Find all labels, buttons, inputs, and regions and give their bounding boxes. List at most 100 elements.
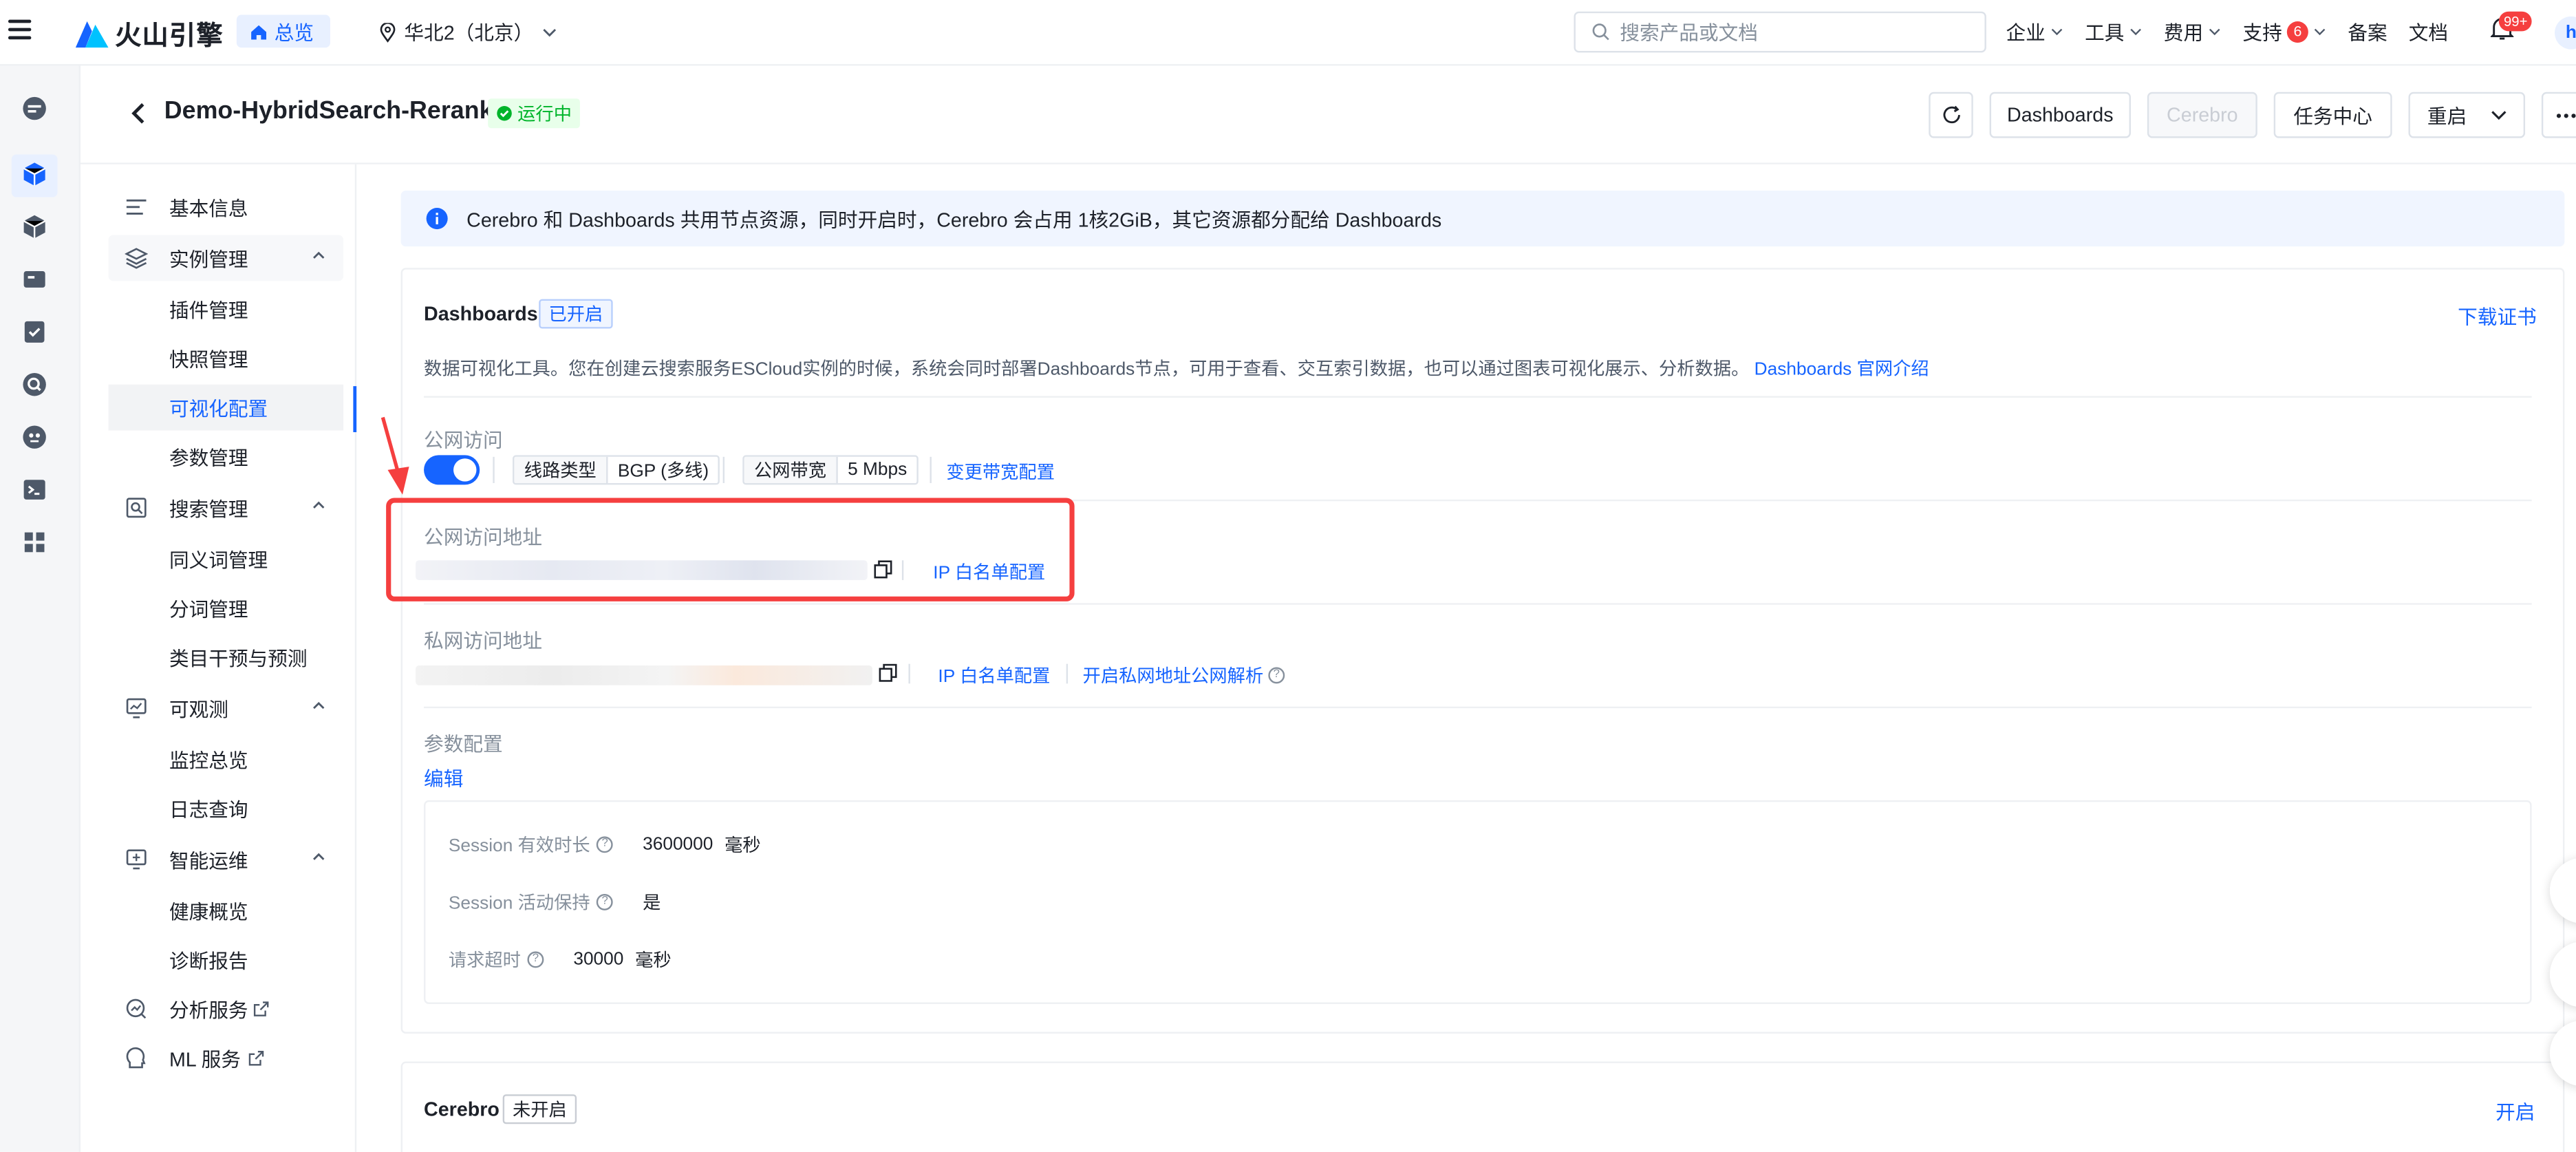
terminal-icon[interactable] (21, 476, 47, 502)
search-input[interactable] (1620, 20, 1949, 44)
param-value: 是 (643, 893, 661, 914)
nav-support[interactable]: 支持 6 (2242, 18, 2326, 46)
menu-snapshot-mgmt[interactable]: 快照管理 (109, 335, 343, 381)
download-cert-link[interactable]: 下载证书 (2458, 302, 2537, 330)
nav-billing[interactable]: 费用 (2164, 18, 2222, 46)
menu-param-mgmt[interactable]: 参数管理 (109, 434, 343, 480)
help-question-icon[interactable]: ? (597, 893, 614, 910)
dashboards-button[interactable]: Dashboards (1989, 92, 2131, 138)
menu-ml-label: ML 服务 (169, 1047, 241, 1071)
menu-visual-config[interactable]: 可视化配置 (108, 384, 344, 431)
support-badge: 6 (2286, 21, 2309, 43)
divider (493, 456, 495, 484)
menu-search-mgmt-label: 搜索管理 (169, 497, 248, 520)
param-config-label: 参数配置 (424, 732, 503, 756)
private-address-redacted (416, 665, 872, 685)
region-selector[interactable]: 华北2（北京） (380, 18, 557, 46)
menu-diagnosis-report[interactable]: 诊断报告 (109, 937, 343, 983)
menu-basic-info[interactable]: 基本信息 (109, 184, 343, 230)
menu-synonym-mgmt[interactable]: 同义词管理 (109, 535, 343, 582)
menu-category-intervention[interactable]: 类目干预与预测 (109, 634, 343, 681)
server-icon[interactable] (21, 266, 47, 292)
enable-cerebro-link[interactable]: 开启 (2496, 1098, 2535, 1126)
layers-icon (125, 248, 148, 269)
menu-plugin-mgmt[interactable]: 插件管理 (109, 286, 343, 332)
chevron-down-icon (542, 28, 556, 36)
instance-side-menu: 基本信息 实例管理 插件管理 快照管理 可视化配置 参数管理 搜索管理 同义词管… (80, 164, 357, 1152)
copy-icon[interactable] (879, 663, 897, 682)
menu-aiops[interactable]: 智能运维 (109, 836, 343, 882)
analysis-icon (126, 999, 147, 1019)
menu-param-label: 参数管理 (169, 446, 248, 469)
menu-log-label: 日志查询 (169, 798, 248, 821)
app-root: 火山引擎 总览 华北2（北京） 企业 工具 费用 支持6 备案 文档 99+ h (0, 0, 2576, 1152)
nav-tools[interactable]: 工具 (2085, 18, 2143, 46)
help-question-icon[interactable]: ? (597, 836, 614, 853)
location-pin-icon (380, 22, 396, 42)
dashboards-intro-link[interactable]: Dashboards 官网介绍 (1754, 360, 1929, 380)
public-access-toggle[interactable] (424, 455, 480, 485)
checklist-icon[interactable] (21, 319, 47, 345)
top-navbar: 火山引擎 总览 华北2（北京） 企业 工具 费用 支持6 备案 文档 99+ h (0, 0, 2576, 66)
change-bandwidth-link[interactable]: 变更带宽配置 (946, 458, 1055, 484)
menu-observability[interactable]: 可观测 (109, 685, 343, 732)
volcano-logo-icon (75, 21, 109, 48)
page-header: Demo-HybridSearch-Rerank 运行中 Dashboards … (80, 65, 2576, 164)
user-avatar[interactable]: h (2555, 16, 2576, 50)
main-content: Cerebro 和 Dashboards 共用节点资源，同时开启时，Cerebr… (358, 164, 2576, 1152)
global-search[interactable] (1574, 11, 1986, 53)
menu-ml-service[interactable]: ML 服务 (109, 1035, 343, 1081)
private-ip-whitelist-link[interactable]: IP 白名单配置 (938, 662, 1050, 688)
list-lines-icon (126, 199, 147, 215)
menu-tokenizer-label: 分词管理 (169, 597, 248, 621)
private-dns-link[interactable]: 开启私网地址公网解析 (1083, 662, 1264, 688)
notification-badge: 99+ (2498, 11, 2533, 32)
box-icon[interactable] (21, 213, 47, 239)
nav-filing[interactable]: 备案 (2348, 18, 2387, 46)
menu-monitor-overview[interactable]: 监控总览 (109, 736, 343, 782)
divider (1066, 663, 1069, 684)
menu-category-label: 类目干预与预测 (169, 646, 308, 670)
home-icon (251, 24, 267, 39)
nav-enterprise[interactable]: 企业 (2006, 18, 2064, 46)
hamburger-menu-icon[interactable] (8, 19, 32, 40)
menu-analysis-service[interactable]: 分析服务 (109, 986, 343, 1032)
menu-health-overview[interactable]: 健康概览 (109, 887, 343, 933)
help-question-icon[interactable]: ? (1268, 667, 1285, 684)
search-service-icon[interactable] (21, 372, 47, 398)
task-center-button[interactable]: 任务中心 (2273, 92, 2392, 138)
nav-billing-label: 费用 (2163, 21, 2204, 45)
menu-log-query[interactable]: 日志查询 (109, 785, 343, 831)
menu-visual-config-label: 可视化配置 (169, 396, 268, 420)
brand-name: 火山引擎 (115, 23, 224, 52)
cube-icon[interactable] (21, 161, 47, 187)
chat-bot-icon[interactable] (21, 95, 47, 121)
cerebro-button: Cerebro (2147, 92, 2257, 138)
menu-tokenizer-mgmt[interactable]: 分词管理 (109, 585, 343, 631)
menu-plugin-label: 插件管理 (169, 298, 248, 321)
param-value: 3600000 (643, 835, 713, 855)
nav-docs[interactable]: 文档 (2409, 18, 2448, 46)
chevron-up-icon (313, 251, 325, 259)
refresh-button[interactable] (1929, 92, 1973, 138)
dashboards-description: 数据可视化工具。您在创建云搜索服务ESCloud实例的时候，系统会同时部署Das… (424, 355, 1929, 381)
restart-label: 重启 (2427, 104, 2467, 128)
menu-instance-mgmt[interactable]: 实例管理 (108, 235, 344, 281)
brand-logo[interactable]: 火山引擎 (75, 13, 224, 52)
menu-search-mgmt[interactable]: 搜索管理 (109, 484, 343, 531)
chevron-down-icon (2209, 28, 2220, 36)
dashboards-enabled-tag: 已开启 (539, 299, 613, 329)
help-question-icon[interactable]: ? (527, 951, 544, 968)
home-overview-button[interactable]: 总览 (236, 14, 330, 48)
menu-active-indicator (353, 386, 357, 432)
chevron-up-icon (313, 701, 325, 710)
param-row: Session 活动保持 ? 是 (449, 889, 661, 915)
ai-brain-icon[interactable] (21, 424, 47, 450)
edit-params-link[interactable]: 编辑 (424, 764, 463, 792)
back-arrow-icon[interactable] (130, 102, 147, 125)
menu-monitor-label: 监控总览 (169, 748, 248, 772)
more-actions-button[interactable] (2541, 92, 2576, 138)
grid-apps-icon[interactable] (21, 529, 47, 555)
restart-dropdown-button[interactable]: 重启 (2408, 92, 2526, 138)
notification-bell[interactable]: 99+ (2489, 11, 2533, 50)
